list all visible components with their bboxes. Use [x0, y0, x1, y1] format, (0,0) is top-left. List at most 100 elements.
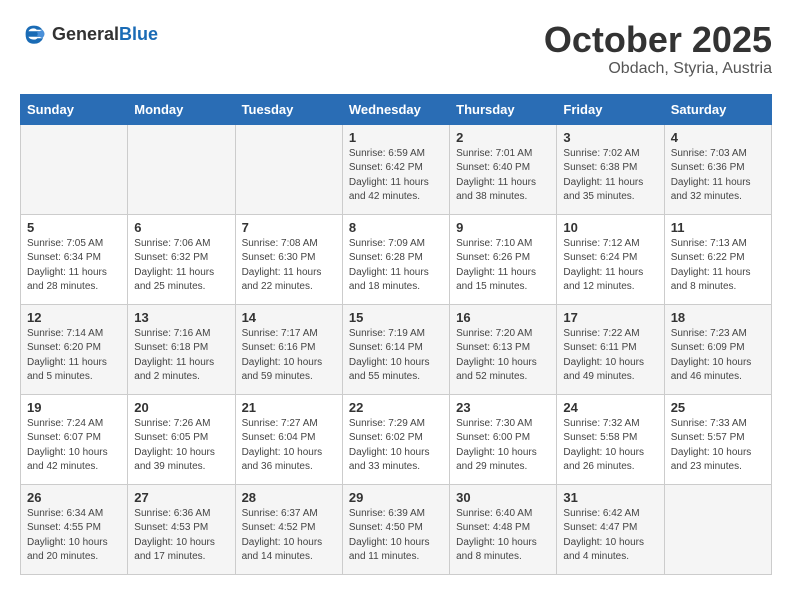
day-number: 27 [134, 490, 228, 505]
cell-info: Sunrise: 7:06 AM Sunset: 6:32 PM Dayligh… [134, 237, 228, 295]
cell-info: Sunrise: 7:02 AM Sunset: 6:38 PM Dayligh… [563, 147, 657, 205]
cell-info: Sunrise: 7:24 AM Sunset: 6:07 PM Dayligh… [27, 417, 121, 475]
day-number: 1 [349, 130, 443, 145]
cell-info: Sunrise: 7:14 AM Sunset: 6:20 PM Dayligh… [27, 327, 121, 385]
calendar-table: SundayMondayTuesdayWednesdayThursdayFrid… [20, 94, 772, 575]
cell-info: Sunrise: 6:40 AM Sunset: 4:48 PM Dayligh… [456, 507, 550, 565]
cell-info: Sunrise: 7:20 AM Sunset: 6:13 PM Dayligh… [456, 327, 550, 385]
calendar-cell: 26Sunrise: 6:34 AM Sunset: 4:55 PM Dayli… [21, 484, 128, 574]
calendar-cell: 15 Sunrise: 7:19 AM Sunset: 6:14 PM Dayli… [342, 304, 449, 394]
cell-info: Sunrise: 7:22 AM Sunset: 6:11 PM Dayligh… [563, 327, 657, 385]
day-number: 7 [242, 220, 336, 235]
day-number: 30 [456, 490, 550, 505]
cell-info: Sunrise: 7:08 AM Sunset: 6:30 PM Dayligh… [242, 237, 336, 295]
cell-info: Sunrise: 7:19 AM Sunset: 6:14 PM Dayligh… [349, 327, 443, 385]
cell-info: Sunrise: 7:26 AM Sunset: 6:05 PM Dayligh… [134, 417, 228, 475]
cell-info: Sunrise: 7:01 AM Sunset: 6:40 PM Dayligh… [456, 147, 550, 205]
day-number: 11 [671, 220, 765, 235]
title-area: October 2025 Obdach, Styria, Austria [544, 20, 772, 78]
day-number: 16 [456, 310, 550, 325]
calendar-cell: 5Sunrise: 7:05 AM Sunset: 6:34 PM Daylig… [21, 214, 128, 304]
cell-info: Sunrise: 7:13 AM Sunset: 6:22 PM Dayligh… [671, 237, 765, 295]
weekday-header-tuesday: Tuesday [235, 94, 342, 124]
day-number: 18 [671, 310, 765, 325]
cell-info: Sunrise: 7:29 AM Sunset: 6:02 PM Dayligh… [349, 417, 443, 475]
calendar-cell [235, 124, 342, 214]
calendar-week-row: 19 Sunrise: 7:24 AM Sunset: 6:07 PM Dayli… [21, 394, 772, 484]
weekday-header-row: SundayMondayTuesdayWednesdayThursdayFrid… [21, 94, 772, 124]
calendar-cell: 16 Sunrise: 7:20 AM Sunset: 6:13 PM Dayli… [450, 304, 557, 394]
day-number: 13 [134, 310, 228, 325]
calendar-cell: 13 Sunrise: 7:16 AM Sunset: 6:18 PM Dayli… [128, 304, 235, 394]
location-title: Obdach, Styria, Austria [544, 60, 772, 78]
page-header: GeneralBlue October 2025 Obdach, Styria,… [20, 20, 772, 78]
day-number: 6 [134, 220, 228, 235]
calendar-cell: 19 Sunrise: 7:24 AM Sunset: 6:07 PM Dayli… [21, 394, 128, 484]
cell-info: Sunrise: 6:36 AM Sunset: 4:53 PM Dayligh… [134, 507, 228, 565]
cell-info: Sunrise: 6:42 AM Sunset: 4:47 PM Dayligh… [563, 507, 657, 565]
day-number: 17 [563, 310, 657, 325]
cell-info: Sunrise: 7:30 AM Sunset: 6:00 PM Dayligh… [456, 417, 550, 475]
cell-info: Sunrise: 7:32 AM Sunset: 5:58 PM Dayligh… [563, 417, 657, 475]
calendar-cell: 9Sunrise: 7:10 AM Sunset: 6:26 PM Daylig… [450, 214, 557, 304]
cell-info: Sunrise: 7:05 AM Sunset: 6:34 PM Dayligh… [27, 237, 121, 295]
calendar-cell: 18Sunrise: 7:23 AM Sunset: 6:09 PM Dayli… [664, 304, 771, 394]
cell-info: Sunrise: 7:16 AM Sunset: 6:18 PM Dayligh… [134, 327, 228, 385]
calendar-cell [21, 124, 128, 214]
calendar-cell: 23 Sunrise: 7:30 AM Sunset: 6:00 PM Dayli… [450, 394, 557, 484]
weekday-header-saturday: Saturday [664, 94, 771, 124]
day-number: 24 [563, 400, 657, 415]
month-title: October 2025 [544, 20, 772, 60]
calendar-cell: 24 Sunrise: 7:32 AM Sunset: 5:58 PM Dayli… [557, 394, 664, 484]
cell-info: Sunrise: 6:59 AM Sunset: 6:42 PM Dayligh… [349, 147, 443, 205]
logo-text-blue: Blue [119, 24, 158, 44]
cell-info: Sunrise: 7:10 AM Sunset: 6:26 PM Dayligh… [456, 237, 550, 295]
calendar-cell: 22 Sunrise: 7:29 AM Sunset: 6:02 PM Dayli… [342, 394, 449, 484]
day-number: 19 [27, 400, 121, 415]
day-number: 22 [349, 400, 443, 415]
day-number: 26 [27, 490, 121, 505]
calendar-week-row: 1 Sunrise: 6:59 AM Sunset: 6:42 PM Daylig… [21, 124, 772, 214]
day-number: 31 [563, 490, 657, 505]
weekday-header-monday: Monday [128, 94, 235, 124]
calendar-cell: 11 Sunrise: 7:13 AM Sunset: 6:22 PM Dayli… [664, 214, 771, 304]
calendar-cell: 7 Sunrise: 7:08 AM Sunset: 6:30 PM Daylig… [235, 214, 342, 304]
calendar-cell: 21 Sunrise: 7:27 AM Sunset: 6:04 PM Dayli… [235, 394, 342, 484]
calendar-week-row: 5Sunrise: 7:05 AM Sunset: 6:34 PM Daylig… [21, 214, 772, 304]
day-number: 23 [456, 400, 550, 415]
calendar-cell: 2 Sunrise: 7:01 AM Sunset: 6:40 PM Daylig… [450, 124, 557, 214]
weekday-header-sunday: Sunday [21, 94, 128, 124]
cell-info: Sunrise: 7:17 AM Sunset: 6:16 PM Dayligh… [242, 327, 336, 385]
calendar-cell: 28Sunrise: 6:37 AM Sunset: 4:52 PM Dayli… [235, 484, 342, 574]
day-number: 8 [349, 220, 443, 235]
day-number: 10 [563, 220, 657, 235]
calendar-cell: 25Sunrise: 7:33 AM Sunset: 5:57 PM Dayli… [664, 394, 771, 484]
calendar-body: 1 Sunrise: 6:59 AM Sunset: 6:42 PM Daylig… [21, 124, 772, 574]
cell-info: Sunrise: 7:03 AM Sunset: 6:36 PM Dayligh… [671, 147, 765, 205]
day-number: 29 [349, 490, 443, 505]
logo: GeneralBlue [20, 20, 158, 48]
calendar-cell: 31 Sunrise: 6:42 AM Sunset: 4:47 PM Dayli… [557, 484, 664, 574]
calendar-cell: 1 Sunrise: 6:59 AM Sunset: 6:42 PM Daylig… [342, 124, 449, 214]
day-number: 15 [349, 310, 443, 325]
calendar-cell: 12Sunrise: 7:14 AM Sunset: 6:20 PM Dayli… [21, 304, 128, 394]
calendar-cell: 8 Sunrise: 7:09 AM Sunset: 6:28 PM Daylig… [342, 214, 449, 304]
day-number: 21 [242, 400, 336, 415]
cell-info: Sunrise: 7:12 AM Sunset: 6:24 PM Dayligh… [563, 237, 657, 295]
calendar-cell: 4Sunrise: 7:03 AM Sunset: 6:36 PM Daylig… [664, 124, 771, 214]
day-number: 2 [456, 130, 550, 145]
calendar-cell: 30 Sunrise: 6:40 AM Sunset: 4:48 PM Dayli… [450, 484, 557, 574]
cell-info: Sunrise: 6:39 AM Sunset: 4:50 PM Dayligh… [349, 507, 443, 565]
calendar-cell: 29 Sunrise: 6:39 AM Sunset: 4:50 PM Dayli… [342, 484, 449, 574]
cell-info: Sunrise: 7:27 AM Sunset: 6:04 PM Dayligh… [242, 417, 336, 475]
calendar-cell: 17 Sunrise: 7:22 AM Sunset: 6:11 PM Dayli… [557, 304, 664, 394]
calendar-cell: 10 Sunrise: 7:12 AM Sunset: 6:24 PM Dayli… [557, 214, 664, 304]
calendar-cell: 27 Sunrise: 6:36 AM Sunset: 4:53 PM Dayli… [128, 484, 235, 574]
logo-text-general: General [52, 24, 119, 44]
calendar-week-row: 26Sunrise: 6:34 AM Sunset: 4:55 PM Dayli… [21, 484, 772, 574]
weekday-header-thursday: Thursday [450, 94, 557, 124]
cell-info: Sunrise: 7:33 AM Sunset: 5:57 PM Dayligh… [671, 417, 765, 475]
cell-info: Sunrise: 7:09 AM Sunset: 6:28 PM Dayligh… [349, 237, 443, 295]
day-number: 20 [134, 400, 228, 415]
calendar-cell: 6 Sunrise: 7:06 AM Sunset: 6:32 PM Daylig… [128, 214, 235, 304]
